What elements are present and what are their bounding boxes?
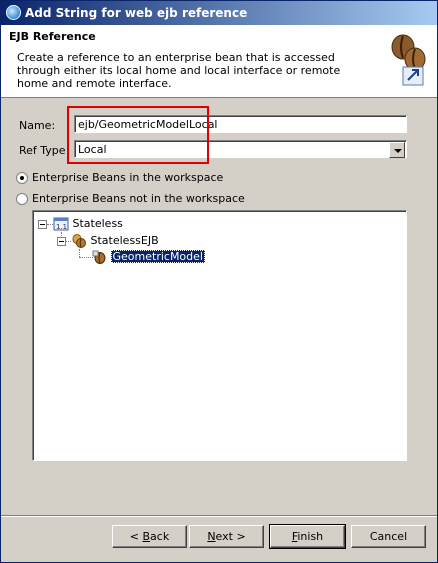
wizard-banner: EJB Reference Create a reference to an e… <box>1 25 437 98</box>
tree-item-stateless-label: Stateless <box>72 217 123 230</box>
finish-button[interactable]: Finish <box>269 524 346 549</box>
cancel-button-label: Cancel <box>369 530 408 543</box>
name-label: Name: <box>19 119 56 132</box>
title-bar[interactable]: Add String for web ejb reference <box>1 1 437 25</box>
coffee-bean-wizard-icon <box>391 34 426 86</box>
tree-item-geometricmodel-label: GeometricModel <box>110 250 205 263</box>
banner-description: Create a reference to an enterprise bean… <box>17 51 341 90</box>
window-title: Add String for web ejb reference <box>25 6 248 20</box>
banner-title: EJB Reference <box>9 30 96 43</box>
app-globe-icon <box>6 5 21 20</box>
radio-in-workspace-label[interactable]: Enterprise Beans in the workspace <box>32 171 223 184</box>
back-button-mnemonic: B <box>142 530 151 543</box>
next-button-suffix: ext > <box>215 530 246 543</box>
radio-not-in-workspace[interactable] <box>16 193 28 205</box>
tree-item-statelessejb-label: StatelessEJB <box>90 234 159 247</box>
tree-collapse-toggle-child[interactable] <box>57 237 66 246</box>
reftype-value: Local <box>78 143 107 156</box>
cancel-button[interactable]: Cancel <box>351 525 426 548</box>
back-button-prefix: < <box>129 530 143 543</box>
tree-item-stateless[interactable]: 1.1 Stateless <box>53 216 123 232</box>
next-button[interactable]: Next > <box>189 525 264 548</box>
session-bean-icon <box>92 250 106 264</box>
svg-text:1.1: 1.1 <box>56 223 67 231</box>
finish-button-suffix: inish <box>297 530 324 543</box>
ejb-module-icon <box>72 234 86 248</box>
reftype-label: Ref Type <box>19 144 66 157</box>
button-bar-separator <box>1 515 437 517</box>
ejb-project-icon: 1.1 <box>53 217 69 231</box>
dialog-window: Add String for web ejb reference EJB Ref… <box>0 0 438 563</box>
back-button[interactable]: < Back <box>112 525 187 548</box>
next-button-mnemonic: N <box>207 530 216 543</box>
tree-item-statelessejb[interactable]: StatelessEJB <box>71 233 159 249</box>
tree-connector <box>79 249 81 257</box>
radio-in-workspace[interactable] <box>16 172 28 184</box>
chevron-down-icon[interactable] <box>389 142 405 158</box>
radio-not-in-workspace-label[interactable]: Enterprise Beans not in the workspace <box>32 192 245 205</box>
tree-item-geometricmodel[interactable]: GeometricModel <box>91 249 205 265</box>
reftype-select[interactable]: Local <box>74 140 407 158</box>
tree-collapse-toggle-root[interactable] <box>38 220 47 229</box>
back-button-suffix: ack <box>150 530 170 543</box>
ejb-tree[interactable]: 1.1 Stateless StatelessEJB GeometricMode… <box>32 210 407 461</box>
name-field[interactable]: ejb/GeometricModelLocal <box>74 115 407 133</box>
